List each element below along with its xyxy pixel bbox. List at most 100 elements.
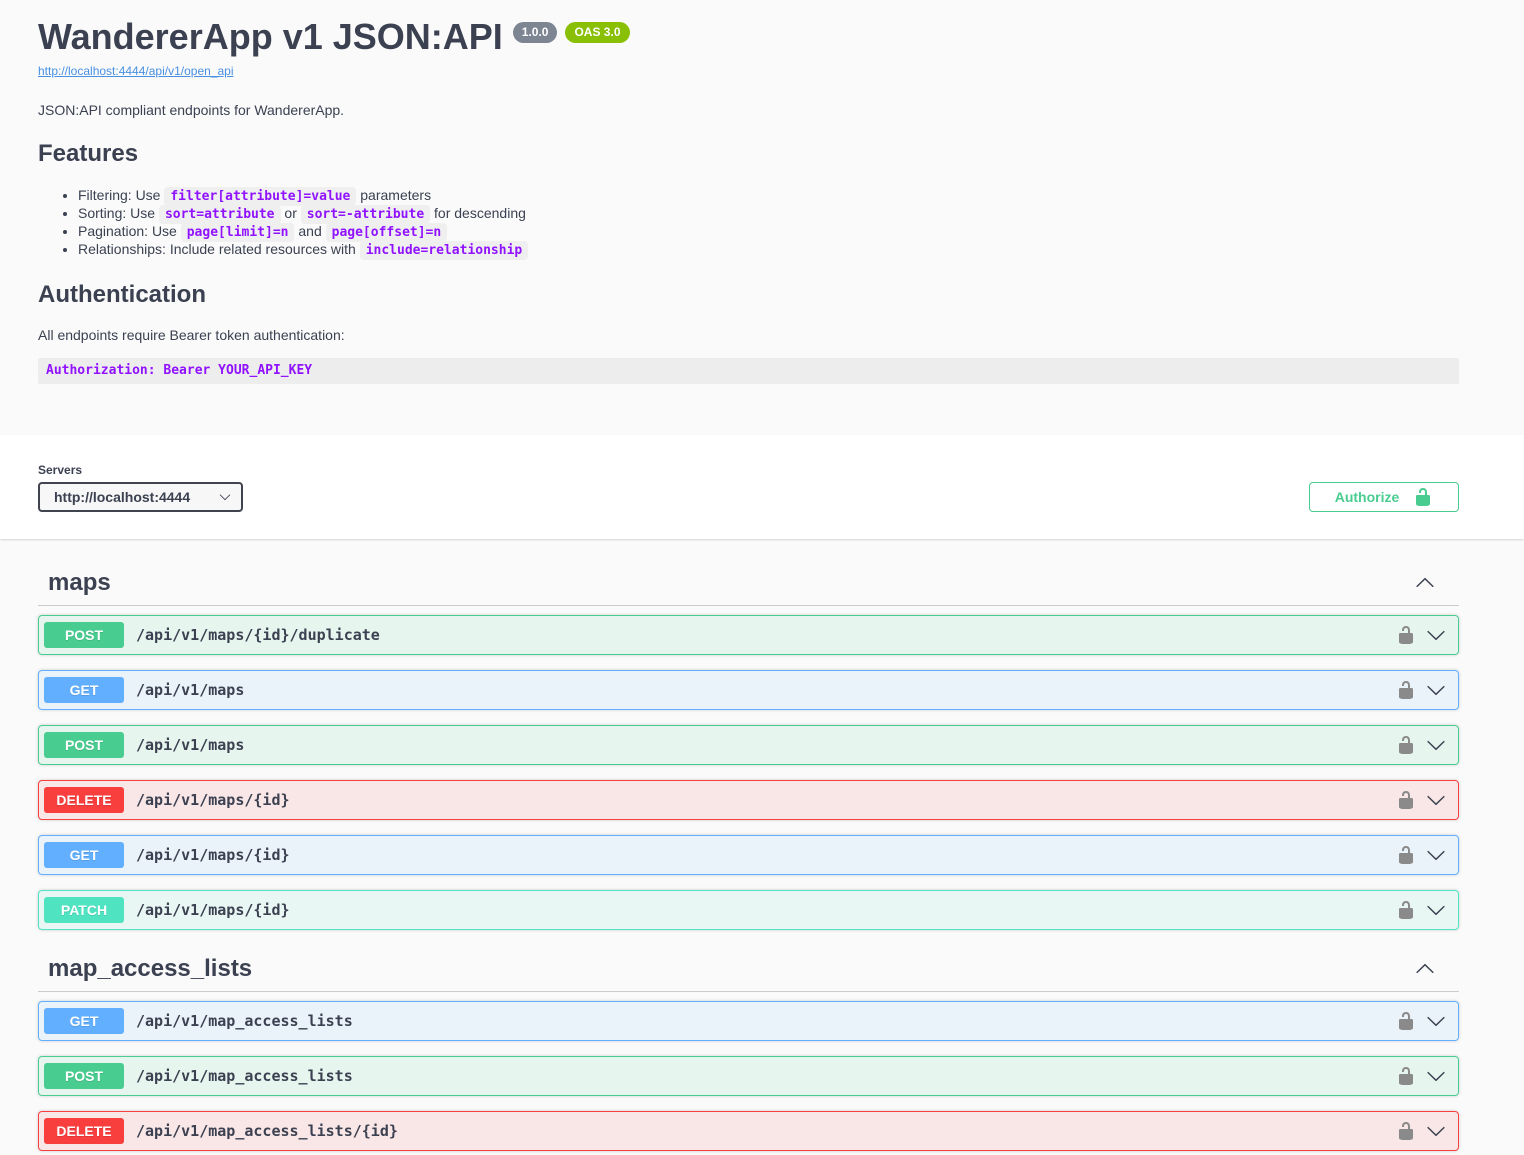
auth-lock-button[interactable]: [1396, 680, 1416, 700]
chevron-up-icon: [1415, 573, 1435, 593]
inline-code: include=relationship: [360, 241, 529, 260]
endpoint-path: /api/v1/map_access_lists: [136, 1012, 1396, 1030]
feature-text: Relationships: Include related resources…: [78, 241, 360, 257]
tag-title: maps: [48, 569, 111, 597]
title-row: WandererApp v1 JSON:API 1.0.0 OAS 3.0: [38, 17, 1459, 57]
auth-lock-button[interactable]: [1396, 845, 1416, 865]
tag-header-map-access-lists[interactable]: map_access_lists: [38, 945, 1459, 992]
unlock-icon: [1396, 900, 1416, 920]
opblock-delete-map-access-lists-id[interactable]: DELETE /api/v1/map_access_lists/{id}: [38, 1111, 1459, 1151]
opblock-get-map-access-lists[interactable]: GET /api/v1/map_access_lists: [38, 1001, 1459, 1041]
chevron-down-icon: [1426, 1121, 1446, 1141]
endpoint-path: /api/v1/maps/{id}: [136, 791, 1396, 809]
info-section: WandererApp v1 JSON:API 1.0.0 OAS 3.0 ht…: [38, 0, 1459, 435]
tag-header-maps[interactable]: maps: [38, 559, 1459, 606]
authorize-label: Authorize: [1335, 489, 1400, 505]
auth-lock-button[interactable]: [1396, 900, 1416, 920]
features-list: Filtering: Use filter[attribute]=value p…: [38, 187, 1459, 259]
feature-text: and: [294, 223, 325, 239]
method-badge: DELETE: [44, 787, 124, 813]
method-badge: POST: [44, 622, 124, 648]
list-item: Pagination: Use page[limit]=n and page[o…: [78, 223, 1459, 241]
unlock-icon: [1396, 735, 1416, 755]
opblock-patch-maps-id[interactable]: PATCH /api/v1/maps/{id}: [38, 890, 1459, 930]
inline-code: sort=-attribute: [301, 205, 430, 224]
chevron-down-icon: [1426, 790, 1446, 810]
chevron-down-icon: [1426, 900, 1446, 920]
method-badge: GET: [44, 842, 124, 868]
oas-badge: OAS 3.0: [565, 22, 629, 43]
servers-select[interactable]: http://localhost:4444: [38, 482, 243, 512]
method-badge: GET: [44, 1008, 124, 1034]
servers-select-value: http://localhost:4444: [54, 489, 190, 505]
auth-lock-button[interactable]: [1396, 1066, 1416, 1086]
auth-code-block: Authorization: Bearer YOUR_API_KEY: [38, 358, 1459, 384]
auth-note: All endpoints require Bearer token authe…: [38, 327, 1459, 344]
servers-label: Servers: [38, 463, 243, 478]
chevron-down-icon: [1426, 735, 1446, 755]
unlock-icon: [1396, 790, 1416, 810]
inline-code: page[limit]=n: [181, 223, 295, 242]
method-badge: GET: [44, 677, 124, 703]
feature-text: parameters: [356, 187, 431, 203]
endpoint-path: /api/v1/maps: [136, 681, 1396, 699]
authentication-heading: Authentication: [38, 281, 1459, 309]
auth-lock-button[interactable]: [1396, 790, 1416, 810]
unlock-icon: [1396, 625, 1416, 645]
page-title: WandererApp v1 JSON:API: [38, 17, 503, 57]
inline-code: sort=attribute: [159, 205, 281, 224]
api-description: JSON:API compliant endpoints for Wandere…: [38, 102, 1459, 119]
opblock-delete-maps-id[interactable]: DELETE /api/v1/maps/{id}: [38, 780, 1459, 820]
opblock-post-map-access-lists[interactable]: POST /api/v1/map_access_lists: [38, 1056, 1459, 1096]
chevron-down-icon: [219, 491, 231, 503]
opblock-post-maps[interactable]: POST /api/v1/maps: [38, 725, 1459, 765]
chevron-down-icon: [1426, 1066, 1446, 1086]
list-item: Relationships: Include related resources…: [78, 241, 1459, 259]
scheme-container: Servers http://localhost:4444 Authorize: [0, 435, 1524, 539]
chevron-down-icon: [1426, 680, 1446, 700]
endpoint-path: /api/v1/maps/{id}: [136, 846, 1396, 864]
inline-code: page[offset]=n: [326, 223, 448, 242]
endpoint-path: /api/v1/maps/{id}/duplicate: [136, 626, 1396, 644]
method-badge: PATCH: [44, 897, 124, 923]
feature-text: Sorting: Use: [78, 205, 159, 221]
unlock-icon: [1396, 845, 1416, 865]
list-item: Filtering: Use filter[attribute]=value p…: [78, 187, 1459, 205]
endpoint-path: /api/v1/maps/{id}: [136, 901, 1396, 919]
feature-text: Pagination: Use: [78, 223, 181, 239]
opblock-get-maps-id[interactable]: GET /api/v1/maps/{id}: [38, 835, 1459, 875]
unlock-icon: [1396, 1066, 1416, 1086]
list-item: Sorting: Use sort=attribute or sort=-att…: [78, 205, 1459, 223]
unlock-icon: [1396, 1121, 1416, 1141]
tag-title: map_access_lists: [48, 955, 252, 983]
opblock-get-maps[interactable]: GET /api/v1/maps: [38, 670, 1459, 710]
spec-url-link[interactable]: http://localhost:4444/api/v1/open_api: [38, 64, 233, 78]
tag-section-maps: maps POST /api/v1/maps/{id}/duplicate GE…: [38, 559, 1459, 930]
auth-lock-button[interactable]: [1396, 1121, 1416, 1141]
inline-code: filter[attribute]=value: [164, 187, 356, 206]
endpoint-path: /api/v1/map_access_lists: [136, 1067, 1396, 1085]
opblock-post-maps-duplicate[interactable]: POST /api/v1/maps/{id}/duplicate: [38, 615, 1459, 655]
chevron-down-icon: [1426, 1011, 1446, 1031]
chevron-down-icon: [1426, 845, 1446, 865]
features-heading: Features: [38, 140, 1459, 168]
auth-lock-button[interactable]: [1396, 735, 1416, 755]
method-badge: POST: [44, 732, 124, 758]
endpoint-path: /api/v1/map_access_lists/{id}: [136, 1122, 1396, 1140]
auth-lock-button[interactable]: [1396, 625, 1416, 645]
operations-area: maps POST /api/v1/maps/{id}/duplicate GE…: [38, 559, 1459, 1151]
chevron-down-icon: [1426, 625, 1446, 645]
unlock-icon: [1413, 487, 1433, 507]
method-badge: POST: [44, 1063, 124, 1089]
auth-lock-button[interactable]: [1396, 1011, 1416, 1031]
version-badges: 1.0.0 OAS 3.0: [513, 22, 630, 43]
feature-text: for descending: [430, 205, 526, 221]
servers-block: Servers http://localhost:4444: [38, 463, 243, 512]
unlock-icon: [1396, 680, 1416, 700]
authorize-button[interactable]: Authorize: [1309, 482, 1459, 512]
endpoint-path: /api/v1/maps: [136, 736, 1396, 754]
unlock-icon: [1396, 1011, 1416, 1031]
tag-section-map-access-lists: map_access_lists GET /api/v1/map_access_…: [38, 945, 1459, 1151]
chevron-up-icon: [1415, 959, 1435, 979]
method-badge: DELETE: [44, 1118, 124, 1144]
